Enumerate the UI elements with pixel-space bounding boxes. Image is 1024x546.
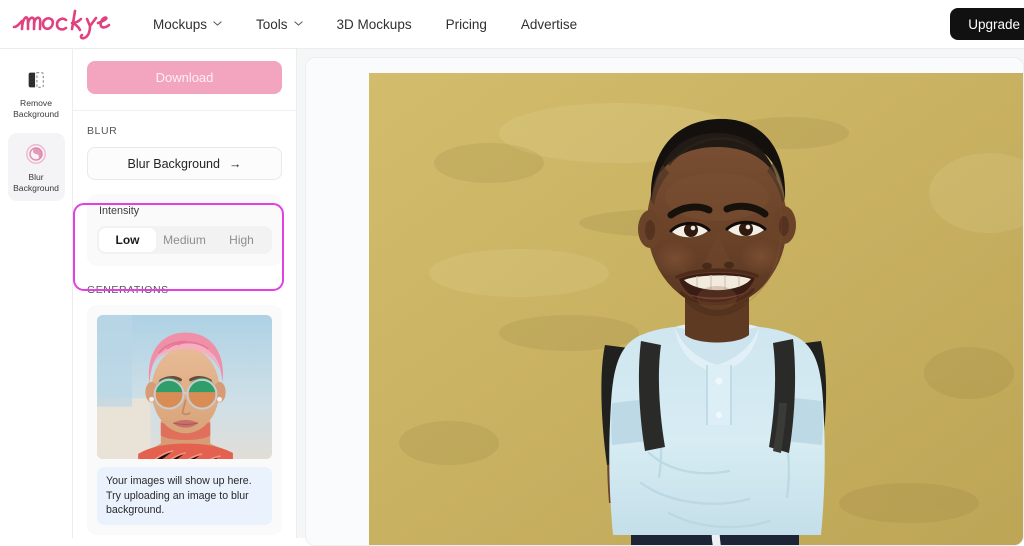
nav-item-3d-mockups[interactable]: 3D Mockups	[320, 11, 429, 38]
nav-item-label: Tools	[256, 16, 288, 32]
generations-empty-note: Your images will show up here. Try uploa…	[97, 467, 272, 525]
upgrade-button[interactable]: Upgrade	[950, 8, 1024, 40]
arrow-right-icon: →	[228, 156, 242, 171]
upgrade-button-label: Upgrade	[968, 16, 1020, 32]
rail-item-label: Blur Background	[13, 172, 59, 193]
nav-links: Mockups Tools 3D Mockups Pricing Adverti…	[136, 11, 594, 38]
nav-item-pricing[interactable]: Pricing	[429, 11, 504, 38]
panel-download-section: Download	[73, 49, 296, 111]
rail-item-remove-background[interactable]: Remove Background	[8, 59, 65, 127]
intensity-option-low[interactable]: Low	[99, 228, 156, 252]
nav-item-label: Mockups	[153, 16, 208, 32]
rail-item-blur-background[interactable]: Blur Background	[7, 133, 65, 201]
generations-card: Your images will show up here. Try uploa…	[87, 305, 282, 535]
rail-item-label: Remove Background	[13, 98, 59, 119]
download-button[interactable]: Download	[87, 61, 282, 94]
chevron-down-icon	[213, 19, 222, 28]
blur-background-button[interactable]: Blur Background →	[87, 147, 282, 180]
generations-section-title: GENERATIONS	[87, 284, 169, 296]
intensity-segmented-control: Low Medium High	[97, 226, 272, 254]
generation-thumbnail[interactable]	[97, 315, 272, 459]
subject-photo-image	[369, 73, 1023, 545]
mockey-logo[interactable]	[0, 0, 120, 49]
nav-item-label: Pricing	[445, 16, 487, 32]
nav-item-mockups[interactable]: Mockups	[136, 11, 239, 38]
nav-item-advertise[interactable]: Advertise	[504, 11, 594, 38]
intensity-label: Intensity	[99, 205, 140, 217]
chevron-down-icon	[293, 19, 303, 28]
canvas-card	[305, 57, 1024, 546]
intensity-section: Intensity Low Medium High	[87, 194, 282, 266]
options-panel: Download BLUR Blur Background → Intensit…	[73, 49, 297, 538]
blur-background-icon	[24, 141, 48, 167]
remove-background-icon	[25, 67, 47, 93]
intensity-option-medium[interactable]: Medium	[156, 228, 213, 252]
intensity-option-high[interactable]: High	[213, 228, 270, 252]
generation-thumbnail-image	[97, 315, 272, 459]
canvas-area	[297, 49, 1024, 546]
tool-rail: Remove Background Blur Background	[0, 49, 73, 538]
top-navigation-bar: Mockups Tools 3D Mockups Pricing Adverti…	[0, 0, 1024, 49]
nav-item-label: Advertise	[520, 16, 578, 32]
download-button-label: Download	[155, 70, 214, 85]
nav-item-tools[interactable]: Tools	[239, 11, 320, 38]
blur-section-title: BLUR	[87, 125, 118, 137]
mockey-logo-icon	[12, 9, 111, 40]
subject-photo[interactable]	[369, 73, 1023, 545]
blur-background-button-label: Blur Background	[127, 156, 220, 171]
nav-item-label: 3D Mockups	[336, 16, 412, 32]
